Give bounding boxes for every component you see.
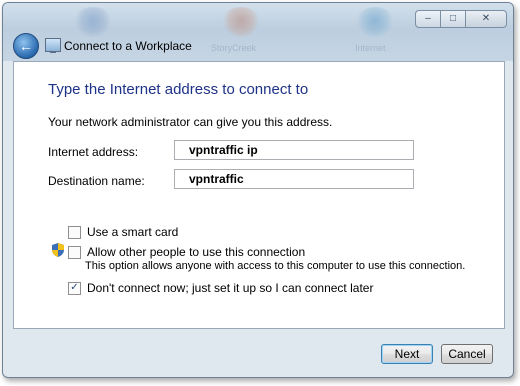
allow-others-checkbox[interactable] [68, 245, 81, 259]
uac-shield-icon [52, 243, 64, 257]
smart-card-label: Use a smart card [87, 225, 179, 239]
page-heading: Type the Internet address to connect to [48, 81, 309, 98]
internet-address-input[interactable]: vpntraffic ip [174, 140, 414, 160]
instruction-text: Your network administrator can give you … [48, 115, 333, 129]
button-bar: Next Cancel [13, 328, 503, 370]
maximize-button[interactable]: □ [440, 10, 466, 28]
next-button[interactable]: Next [381, 344, 433, 364]
dont-connect-option[interactable]: ✓ Don't connect now; just set it up so I… [68, 281, 373, 295]
allow-others-label: Allow other people to use this connectio… [87, 245, 306, 259]
background-network-icon [73, 7, 113, 37]
internet-address-label: Internet address: [48, 145, 139, 159]
dont-connect-label: Don't connect now; just set it up so I c… [87, 281, 374, 295]
back-arrow-icon[interactable]: ← [13, 33, 39, 59]
background-label: StoryCreek [211, 43, 257, 53]
background-globe-icon [355, 7, 395, 37]
allow-others-option[interactable]: Allow other people to use this connectio… [68, 245, 305, 259]
smart-card-option[interactable]: Use a smart card [68, 225, 178, 239]
smart-card-checkbox[interactable] [68, 225, 81, 239]
cancel-button[interactable]: Cancel [441, 344, 493, 364]
background-label: Internet [355, 43, 386, 53]
minimize-button[interactable]: – [415, 10, 441, 28]
destination-name-label: Destination name: [48, 174, 145, 188]
close-button[interactable]: ✕ [465, 10, 507, 28]
dont-connect-checkbox[interactable]: ✓ [68, 281, 81, 295]
workplace-network-icon [45, 38, 61, 53]
wizard-page: Type the Internet address to connect to … [13, 61, 505, 329]
destination-name-input[interactable]: vpntraffic [174, 169, 414, 189]
allow-others-note: This option allows anyone with access to… [85, 260, 466, 272]
title-bar: StoryCreek Internet – □ ✕ ← Connect to a… [3, 3, 513, 61]
caption-buttons: – □ ✕ [415, 10, 507, 28]
dialog-window: StoryCreek Internet – □ ✕ ← Connect to a… [2, 2, 514, 378]
background-home-icon [221, 7, 261, 37]
window-title: Connect to a Workplace [64, 39, 192, 53]
